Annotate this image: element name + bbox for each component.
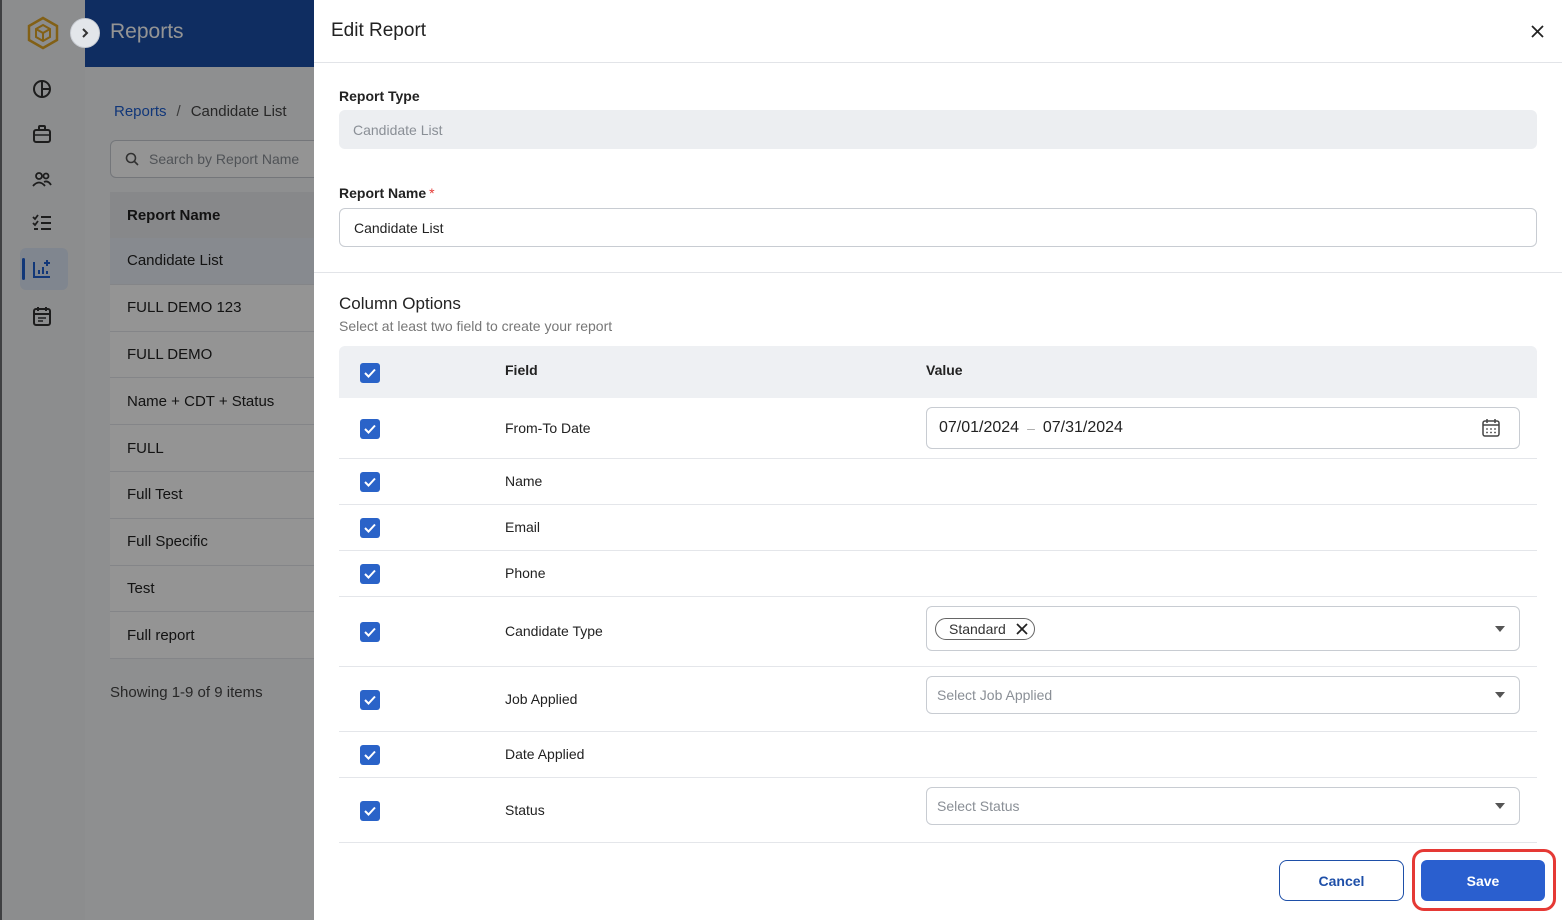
close-icon bbox=[1530, 24, 1544, 38]
job-applied-select[interactable]: Select Job Applied bbox=[926, 676, 1520, 714]
row-checkbox[interactable] bbox=[360, 801, 380, 821]
checkmark-icon bbox=[364, 424, 376, 434]
chip-label: Standard bbox=[949, 620, 1006, 637]
field-label: Candidate Type bbox=[505, 623, 603, 639]
chevron-down-icon[interactable] bbox=[1495, 625, 1505, 632]
checkmark-icon bbox=[364, 368, 376, 378]
drawer-title: Edit Report bbox=[331, 20, 427, 41]
section-divider bbox=[314, 272, 1562, 273]
status-placeholder: Select Status bbox=[937, 798, 1020, 814]
edit-report-drawer: Edit Report Report Type Candidate List R… bbox=[314, 0, 1562, 920]
required-mark: * bbox=[429, 185, 435, 201]
date-separator: – bbox=[1027, 420, 1035, 436]
field-label: Status bbox=[505, 802, 545, 818]
checkmark-icon bbox=[364, 477, 376, 487]
candidate-type-select[interactable]: Standard bbox=[926, 606, 1520, 651]
column-options-subtitle: Select at least two field to create your… bbox=[339, 318, 613, 334]
chevron-right-icon bbox=[82, 28, 89, 38]
field-label: Email bbox=[505, 519, 541, 535]
report-type-label: Report Type bbox=[339, 88, 420, 104]
field-label: Job Applied bbox=[505, 691, 578, 707]
checkmark-icon bbox=[364, 569, 376, 579]
date-from[interactable]: 07/01/2024 bbox=[939, 419, 1019, 437]
table-row: Phone bbox=[339, 551, 1537, 597]
row-checkbox[interactable] bbox=[360, 518, 380, 538]
drawer-header: Edit Report bbox=[314, 0, 1562, 63]
row-checkbox[interactable] bbox=[360, 564, 380, 584]
checkmark-icon bbox=[364, 695, 376, 705]
row-checkbox[interactable] bbox=[360, 419, 380, 439]
report-name-label: Report Name * bbox=[339, 185, 435, 201]
checkmark-icon bbox=[364, 627, 376, 637]
report-type-field: Candidate List bbox=[339, 110, 1537, 149]
row-checkbox[interactable] bbox=[360, 472, 380, 492]
table-row: Candidate Type Standard bbox=[339, 597, 1537, 667]
column-options-title: Column Options bbox=[339, 294, 461, 313]
table-row: Status Select Status bbox=[339, 778, 1537, 843]
table-row: Name bbox=[339, 459, 1537, 505]
job-applied-placeholder: Select Job Applied bbox=[937, 687, 1053, 703]
field-label: From-To Date bbox=[505, 420, 591, 436]
checkmark-icon bbox=[364, 806, 376, 816]
table-row: Date Applied bbox=[339, 732, 1537, 778]
chip-remove-icon[interactable] bbox=[1016, 622, 1028, 635]
expand-sidebar-button[interactable] bbox=[70, 18, 100, 48]
table-header: Field Value bbox=[339, 346, 1537, 398]
candidate-type-chip: Standard bbox=[935, 617, 1035, 640]
table-row: Email bbox=[339, 505, 1537, 551]
report-name-input[interactable]: Candidate List bbox=[339, 208, 1537, 247]
date-to[interactable]: 07/31/2024 bbox=[1043, 419, 1123, 437]
checkmark-icon bbox=[364, 750, 376, 760]
report-name-label-text: Report Name bbox=[339, 185, 427, 201]
close-button[interactable] bbox=[1528, 22, 1546, 40]
checkmark-icon bbox=[364, 523, 376, 533]
row-checkbox[interactable] bbox=[360, 690, 380, 710]
calendar-icon[interactable] bbox=[1481, 418, 1501, 438]
status-select[interactable]: Select Status bbox=[926, 787, 1520, 825]
column-options-table: Field Value From-To Date 07/01/2024 – 07… bbox=[339, 346, 1537, 843]
row-checkbox[interactable] bbox=[360, 622, 380, 642]
date-range-picker[interactable]: 07/01/2024 – 07/31/2024 bbox=[926, 407, 1520, 449]
select-all-checkbox[interactable] bbox=[360, 363, 380, 383]
header-field: Field bbox=[505, 362, 538, 378]
row-checkbox[interactable] bbox=[360, 745, 380, 765]
save-button[interactable]: Save bbox=[1421, 860, 1545, 901]
field-label: Name bbox=[505, 473, 543, 489]
field-label: Date Applied bbox=[505, 746, 585, 762]
cancel-button[interactable]: Cancel bbox=[1279, 860, 1404, 901]
table-row: Job Applied Select Job Applied bbox=[339, 667, 1537, 732]
header-value: Value bbox=[926, 362, 963, 378]
table-row: From-To Date 07/01/2024 – 07/31/2024 bbox=[339, 398, 1537, 459]
chevron-down-icon[interactable] bbox=[1495, 692, 1505, 698]
chevron-down-icon[interactable] bbox=[1495, 803, 1505, 809]
field-label: Phone bbox=[505, 565, 546, 581]
